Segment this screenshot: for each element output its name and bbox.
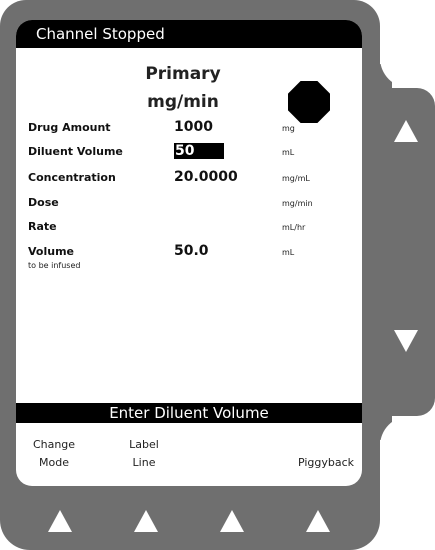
row-unit: mL/hr (282, 223, 306, 232)
row-sublabel: to be infused (28, 261, 81, 270)
row-concentration[interactable]: Concentration 20.0000 mg/mL (16, 169, 362, 191)
row-rate[interactable]: Rate mL/hr (16, 220, 362, 240)
status-bar: Channel Stopped (16, 20, 362, 48)
status-title: Channel Stopped (36, 25, 165, 43)
row-label: Volume (28, 245, 74, 258)
row-unit: mg (282, 124, 295, 133)
row-drug-amount[interactable]: Drug Amount 1000 mg (16, 119, 362, 141)
softkey-label-line-label: Label Line (116, 436, 172, 472)
prompt-bar: Enter Diluent Volume (16, 403, 362, 423)
row-label: Rate (28, 220, 57, 233)
row-value: 1000 (174, 119, 213, 135)
softkey-line: Line (132, 456, 156, 469)
diluent-volume-input[interactable]: 50 (174, 143, 225, 159)
softkey-change-mode-label: Change Mode (26, 436, 82, 472)
row-unit: mL (282, 248, 295, 257)
softkey-piggyback-label: Piggyback (290, 454, 362, 472)
row-value: 20.0000 (174, 169, 238, 185)
stop-octagon-icon (288, 81, 330, 123)
softkey-2-button[interactable] (134, 510, 158, 532)
pump-screen: Channel Stopped Primary mg/min Drug Amou… (16, 20, 362, 486)
scroll-up-button[interactable] (394, 120, 418, 142)
row-label: Drug Amount (28, 121, 111, 134)
scroll-down-button[interactable] (394, 330, 418, 352)
row-dose[interactable]: Dose mg/min (16, 196, 362, 216)
row-volume-to-be-infused[interactable]: Volume to be infused 50.0 mL (16, 243, 362, 270)
row-value: 50.0 (174, 243, 209, 259)
softkey-line: Label (129, 438, 159, 451)
prompt-text: Enter Diluent Volume (109, 404, 269, 422)
row-unit: mg/min (282, 199, 313, 208)
softkey-line: Piggyback (297, 456, 355, 469)
softkey-line: Change (32, 438, 76, 451)
row-unit: mL (282, 148, 295, 157)
softkey-1-button[interactable] (48, 510, 72, 532)
softkey-line: Mode (39, 456, 69, 469)
row-label: Diluent Volume (28, 145, 123, 158)
row-label: Concentration (28, 171, 116, 184)
softkey-3-button[interactable] (220, 510, 244, 532)
row-unit: mg/mL (282, 174, 310, 183)
softkey-4-button[interactable] (306, 510, 330, 532)
row-diluent-volume[interactable]: Diluent Volume 50 mL (16, 143, 362, 165)
row-label: Dose (28, 196, 59, 209)
